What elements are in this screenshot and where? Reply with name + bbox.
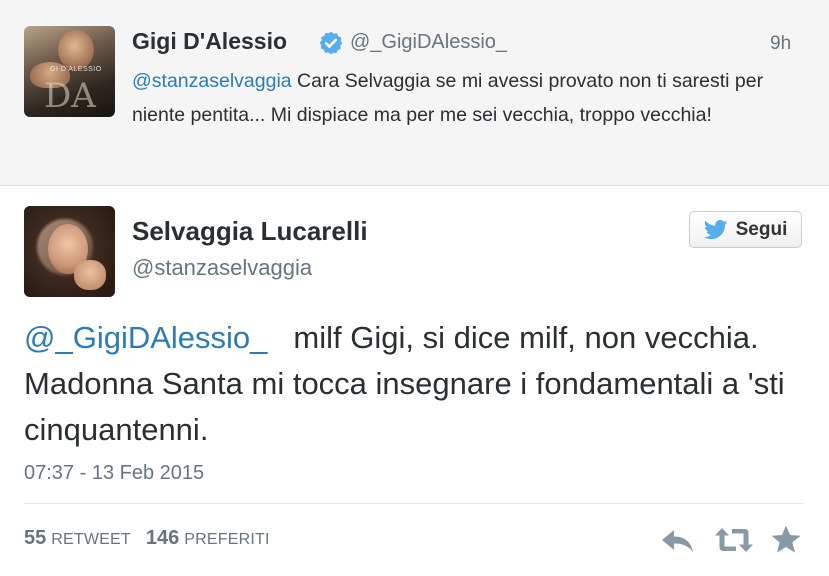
retweet-stat[interactable]: 55 RETWEET [24,527,131,549]
follow-button-label: Segui [735,218,788,240]
author-name[interactable]: Selvaggia Lucarelli [132,216,368,247]
avatar-caption: GI D'ALESSIO [50,66,102,73]
parent-author-avatar[interactable]: GI D'ALESSIO DA [24,26,115,117]
parent-tweet-time[interactable]: 9h [770,33,791,55]
parent-author-handle[interactable]: @_GigiDAlessio_ [350,31,507,54]
favorite-count: 146 [145,527,180,549]
author-handle[interactable]: @stanzaselvaggia [132,255,312,281]
verified-badge-icon [319,31,343,55]
retweet-label: RETWEET [51,531,131,548]
follow-button[interactable]: Segui [689,211,802,248]
retweet-icon[interactable] [714,526,754,554]
tweet-mention[interactable]: @_GigiDAlessio_ [24,320,267,355]
reply-icon[interactable] [660,528,696,554]
parent-tweet-text: @stanzaselvaggia Cara Selvaggia se mi av… [132,64,792,132]
tweet-stats: 55 RETWEET 146 PREFERITI [24,527,270,550]
tweet-text: @_GigiDAlessio_ milf Gigi, si dice milf, … [24,315,814,453]
avatar-logo: DA [44,76,96,116]
tweet-timestamp[interactable]: 07:37 - 13 Feb 2015 [24,462,204,485]
author-avatar[interactable] [24,206,115,297]
avatar-face [58,30,94,70]
parent-tweet: GI D'ALESSIO DA Gigi D'Alessio @_GigiDAl… [0,0,829,186]
favorite-stat[interactable]: 146 PREFERITI [145,527,270,549]
parent-author-name[interactable]: Gigi D'Alessio [132,28,287,55]
twitter-bird-icon [703,219,728,239]
favorite-label: PREFERITI [184,531,270,548]
parent-tweet-mention[interactable]: @stanzaselvaggia [132,70,292,92]
retweet-count: 55 [24,527,47,549]
stats-divider [24,503,804,504]
star-icon[interactable] [770,524,802,554]
avatar-hand [74,260,106,290]
